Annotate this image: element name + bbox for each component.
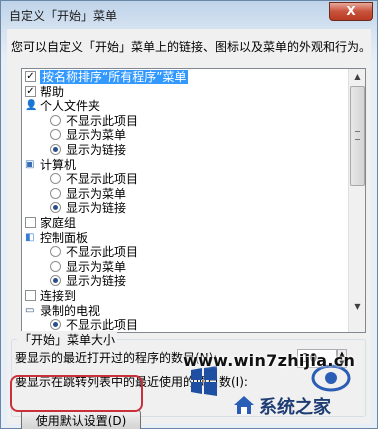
radio-unselected[interactable] xyxy=(50,260,61,272)
control-panel-icon: ◧ xyxy=(25,231,35,243)
list-item[interactable]: 显示为链接 xyxy=(22,143,350,158)
list-item[interactable]: ✓ 按名称排序“所有程序”菜单 xyxy=(22,70,350,85)
list-item-label: 显示为菜单 xyxy=(66,128,127,143)
list-item[interactable]: 显示为菜单 xyxy=(22,187,350,202)
list-item[interactable]: 显示为菜单 xyxy=(22,128,350,143)
list-item-label: 控制面板 xyxy=(40,230,89,245)
checkbox-checked[interactable]: ✓ xyxy=(25,85,36,97)
list-item-label: 计算机 xyxy=(40,157,77,172)
list-item-label: 不显示此项目 xyxy=(66,172,139,187)
scroll-thumb[interactable] xyxy=(350,86,365,186)
list-item[interactable]: 不显示此项目 xyxy=(22,172,350,187)
computer-icon: ▣ xyxy=(25,158,35,170)
radio-selected[interactable] xyxy=(50,319,61,331)
checkbox-unchecked[interactable] xyxy=(25,289,36,301)
scroll-down-arrow-icon[interactable]: ▼ xyxy=(350,299,365,315)
list-item[interactable]: ◧ 控制面板 xyxy=(22,231,350,246)
list-item-label: 显示为链接 xyxy=(66,274,127,289)
user-folder-icon: 👤 xyxy=(25,100,38,112)
checkbox-unchecked[interactable] xyxy=(25,216,36,228)
list-item-label: 家庭组 xyxy=(40,215,77,230)
radio-selected[interactable] xyxy=(50,143,61,155)
close-button[interactable]: X xyxy=(329,2,373,21)
highlight-annotation-ring xyxy=(10,375,143,412)
radio-unselected[interactable] xyxy=(50,187,61,199)
list-item[interactable]: ✓ 帮助 xyxy=(22,85,350,100)
list-item-label: 帮助 xyxy=(40,84,65,99)
list-item-label: 连接到 xyxy=(40,288,77,303)
use-default-settings-button[interactable]: 使用默认设置(D) xyxy=(21,410,141,429)
list-item-label: 不显示此项目 xyxy=(66,113,139,128)
checkbox-checked[interactable]: ✓ xyxy=(25,71,36,82)
list-item[interactable]: 不显示此项目 xyxy=(22,245,350,260)
list-item-label: 录制的电视 xyxy=(40,303,101,318)
list-item[interactable]: ▭ 录制的电视 xyxy=(22,304,350,319)
list-item-label: 显示为菜单 xyxy=(66,186,127,201)
scroll-up-arrow-icon[interactable]: ▲ xyxy=(350,69,365,85)
radio-unselected[interactable] xyxy=(50,129,61,141)
title-bar: 自定义「开始」菜单 X xyxy=(1,1,377,29)
description-text: 您可以自定义「开始」菜单上的链接、图标以及菜单的外观和行为。 xyxy=(11,40,372,54)
options-list-items: ✓ 按名称排序“所有程序”菜单 ✓ 帮助 👤 个人文件夹 不显示此项目 显示为菜单 显示为链接 ▣… xyxy=(22,70,350,333)
list-item[interactable]: 👤 个人文件夹 xyxy=(22,99,350,114)
watermark-windows-logo-icon xyxy=(191,366,217,396)
list-item[interactable]: 显示为链接 xyxy=(22,201,350,216)
start-menu-options-list[interactable]: ✓ 按名称排序“所有程序”菜单 ✓ 帮助 👤 个人文件夹 不显示此项目 显示为菜单 显示为链接 ▣… xyxy=(21,68,366,333)
menu-size-group-title: 「开始」菜单大小 xyxy=(17,331,118,348)
radio-unselected[interactable] xyxy=(50,246,61,258)
list-item-label: 个人文件夹 xyxy=(40,99,101,114)
list-item-label: 按名称排序“所有程序”菜单 xyxy=(40,70,189,84)
list-item-label: 显示为链接 xyxy=(66,142,127,157)
list-item[interactable]: 显示为菜单 xyxy=(22,260,350,275)
list-item[interactable]: 显示为链接 xyxy=(22,274,350,289)
window-title: 自定义「开始」菜单 xyxy=(9,9,118,23)
list-item-label: 显示为链接 xyxy=(66,201,127,216)
list-item[interactable]: ▣ 计算机 xyxy=(22,158,350,173)
watermark-house-icon xyxy=(234,396,254,414)
list-item-label: 显示为菜单 xyxy=(66,259,127,274)
watermark-url: www.win7zhijia.cn xyxy=(183,351,356,370)
list-item[interactable]: 不显示此项目 xyxy=(22,114,350,129)
list-item-label: 不显示此项目 xyxy=(66,318,139,333)
radio-unselected[interactable] xyxy=(50,114,61,126)
radio-unselected[interactable] xyxy=(50,173,61,185)
customize-start-menu-dialog: 自定义「开始」菜单 X 您可以自定义「开始」菜单上的链接、图标以及菜单的外观和行… xyxy=(0,0,378,429)
list-item[interactable]: 连接到 xyxy=(22,289,350,304)
recorded-tv-icon: ▭ xyxy=(25,304,35,316)
vertical-scrollbar[interactable]: ▲ ▼ xyxy=(348,69,365,332)
list-item[interactable]: 家庭组 xyxy=(22,216,350,231)
list-item-label: 不显示此项目 xyxy=(66,245,139,260)
watermark-site-name: 系统之家 xyxy=(259,397,331,418)
radio-selected[interactable] xyxy=(50,275,61,287)
radio-selected[interactable] xyxy=(50,202,61,214)
